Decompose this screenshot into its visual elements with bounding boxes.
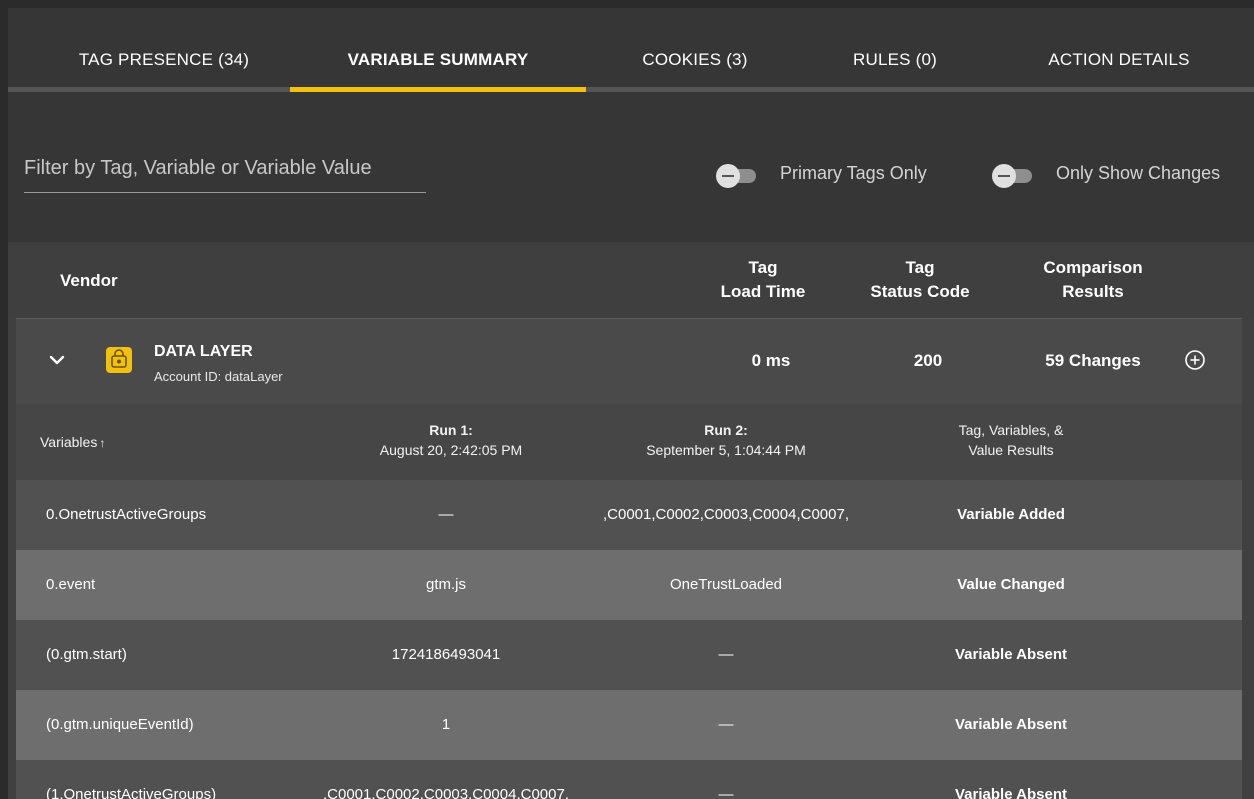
- run2-header: Run 2: September 5, 1:04:44 PM: [606, 420, 846, 460]
- table-row[interactable]: 0.event gtm.js OneTrustLoaded Value Chan…: [16, 550, 1242, 620]
- only-show-changes-toggle[interactable]: Only Show Changes: [992, 160, 1242, 190]
- filter-input[interactable]: [24, 150, 426, 193]
- table-header: Vendor Tag Load Time Tag Status Code Com…: [8, 242, 1254, 318]
- result-value: Value Changed: [957, 576, 1065, 593]
- header-line: Comparison: [1043, 258, 1143, 277]
- table-row[interactable]: 0.OnetrustActiveGroups — ,C0001,C0002,C0…: [16, 480, 1242, 550]
- table-row[interactable]: (0.gtm.uniqueEventId) 1 — Variable Absen…: [16, 690, 1242, 760]
- toggle-label: Primary Tags Only: [780, 163, 927, 183]
- vendor-name: DATA LAYER: [154, 343, 253, 360]
- vendor-comparison: 59 Changes: [1045, 351, 1141, 370]
- run2-value: ,C0001,C0002,C0003,C0004,C0007,: [602, 506, 849, 523]
- variables-label: Variables: [40, 434, 98, 450]
- run1-title: Run 1:: [429, 422, 473, 438]
- tab-action-details[interactable]: ACTION DETAILS: [1024, 8, 1214, 92]
- results-header: Tag, Variables, & Value Results: [916, 420, 1106, 460]
- toggle-knob: [716, 164, 740, 188]
- vendor-row-data-layer[interactable]: DATA LAYER Account ID: dataLayer 0 ms 20…: [16, 318, 1242, 406]
- run1-value: ,C0001,C0002,C0003,C0004,C0007,: [322, 786, 569, 799]
- result-value: Variable Absent: [955, 716, 1067, 733]
- run1-value: 1724186493041: [391, 646, 501, 663]
- run2-value: —: [718, 716, 734, 733]
- result-value: Variable Absent: [955, 786, 1067, 799]
- result-value: Variable Added: [957, 506, 1065, 523]
- header-vendor[interactable]: Vendor: [60, 269, 118, 293]
- variable-name: (0.gtm.start): [46, 646, 127, 663]
- run2-title: Run 2:: [704, 422, 748, 438]
- run1-value: 1: [441, 716, 451, 733]
- header-comparison-results[interactable]: Comparison Results: [1028, 256, 1158, 304]
- variable-name: (0.gtm.uniqueEventId): [46, 716, 194, 733]
- header-line: Tag: [905, 258, 935, 277]
- active-tab-indicator: [290, 87, 586, 92]
- header-line: Status Code: [870, 282, 970, 301]
- results-header-line: Value Results: [968, 442, 1054, 458]
- variable-name: 0.event: [46, 576, 96, 593]
- run2-value: —: [718, 786, 734, 799]
- header-line: Results: [1062, 282, 1124, 301]
- run1-date: August 20, 2:42:05 PM: [379, 442, 523, 458]
- tab-divider: [8, 87, 1254, 92]
- table-row[interactable]: (0.gtm.start) 1724186493041 — Variable A…: [16, 620, 1242, 690]
- toggle-switch[interactable]: [992, 164, 1032, 188]
- toggle-switch[interactable]: [716, 164, 756, 188]
- toggle-knob: [992, 164, 1016, 188]
- variables-sort-header[interactable]: Variables ↑: [40, 432, 105, 453]
- app-frame: TAG PRESENCE (34) VARIABLE SUMMARY COOKI…: [8, 8, 1254, 799]
- run2-value: —: [718, 646, 734, 663]
- tab-cookies[interactable]: COOKIES (3): [620, 8, 770, 92]
- vendor-load-time: 0 ms: [751, 351, 791, 370]
- run1-value: gtm.js: [425, 576, 466, 593]
- variables-subheader: Variables ↑ Run 1: August 20, 2:42:05 PM …: [16, 404, 1242, 481]
- data-layer-icon: [106, 347, 132, 373]
- result-value: Variable Absent: [955, 646, 1067, 663]
- variable-summary-table: Vendor Tag Load Time Tag Status Code Com…: [8, 242, 1254, 799]
- vendor-status-code: 200: [913, 351, 943, 370]
- run1-value: —: [438, 506, 454, 523]
- results-header-line: Tag, Variables, &: [958, 422, 1064, 438]
- primary-tags-only-toggle[interactable]: Primary Tags Only: [716, 160, 946, 190]
- variable-name: (1.OnetrustActiveGroups): [46, 786, 217, 799]
- tab-bar: TAG PRESENCE (34) VARIABLE SUMMARY COOKI…: [8, 8, 1254, 92]
- run1-header: Run 1: August 20, 2:42:05 PM: [346, 420, 556, 460]
- vendor-account-id: Account ID: dataLayer: [154, 369, 283, 384]
- toggle-label: Only Show Changes: [1056, 163, 1221, 183]
- sort-up-arrow-icon: ↑: [99, 436, 106, 450]
- tab-variable-summary[interactable]: VARIABLE SUMMARY: [318, 8, 558, 92]
- expand-plus-icon[interactable]: [1182, 347, 1208, 373]
- run2-date: September 5, 1:04:44 PM: [646, 442, 806, 458]
- header-tag-status-code[interactable]: Tag Status Code: [860, 256, 980, 304]
- table-row[interactable]: (1.OnetrustActiveGroups) ,C0001,C0002,C0…: [16, 760, 1242, 799]
- chevron-down-icon[interactable]: [46, 349, 68, 371]
- header-line: Tag: [748, 258, 778, 277]
- tab-tag-presence[interactable]: TAG PRESENCE (34): [64, 8, 264, 92]
- header-line: Load Time: [720, 282, 806, 301]
- header-tag-load-time[interactable]: Tag Load Time: [708, 256, 818, 304]
- variable-name: 0.OnetrustActiveGroups: [46, 506, 207, 523]
- tab-rules[interactable]: RULES (0): [830, 8, 960, 92]
- run2-value: OneTrustLoaded: [669, 576, 783, 593]
